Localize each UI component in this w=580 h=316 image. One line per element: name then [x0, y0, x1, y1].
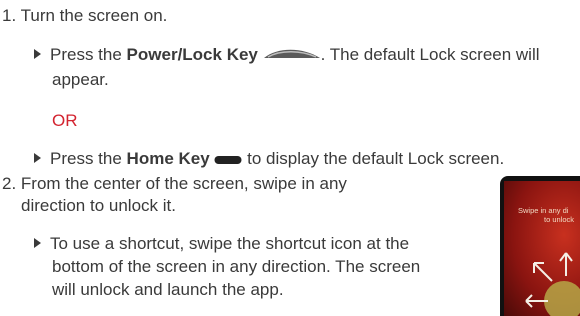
bullet-arrow-icon [34, 238, 41, 248]
bullet-text-before: Press the [50, 45, 127, 64]
bullet-shortcut-line2: bottom of the screen in any direction. T… [52, 257, 421, 276]
bullet-power-continuation: appear. [52, 70, 109, 89]
bullet-shortcut: To use a shortcut, swipe the shortcut ic… [34, 234, 409, 254]
bullet-text-after: to display the default Lock screen. [242, 149, 505, 168]
step-1: 1. Turn the screen on. [2, 6, 167, 26]
step-2-line2: direction to unlock it. [21, 196, 176, 215]
bullet-shortcut-line3: will unlock and launch the app. [52, 280, 284, 299]
bullet-arrow-icon [34, 153, 41, 163]
bullet-arrow-icon [34, 49, 41, 59]
step-2: 2. From the center of the screen, swipe … [2, 174, 347, 194]
step-number: 1. [2, 6, 17, 25]
step-text: Turn the screen on. [20, 6, 168, 25]
lock-screen-display: Swipe in any di to unlock [504, 181, 580, 316]
home-key-icon [214, 150, 242, 170]
lock-screen-image: Swipe in any di to unlock [500, 176, 580, 316]
power-lock-key-label: Power/Lock Key [126, 45, 258, 64]
swipe-arrows-icon [525, 252, 580, 316]
or-label: OR [52, 111, 78, 130]
bullet-home-key: Press the Home Key to display the defaul… [34, 149, 504, 170]
step-number: 2. [2, 174, 17, 193]
bullet-power-key: Press the Power/Lock Key . The default L… [34, 45, 540, 66]
bullet-shortcut-line1: To use a shortcut, swipe the shortcut ic… [50, 234, 410, 253]
step-text-line1: From the center of the screen, swipe in … [20, 174, 347, 193]
home-key-label: Home Key [126, 149, 210, 168]
bullet-text-before: Press the [50, 149, 127, 168]
power-lock-key-icon [263, 46, 321, 66]
bullet-text-after: . The default Lock screen will [320, 45, 540, 64]
